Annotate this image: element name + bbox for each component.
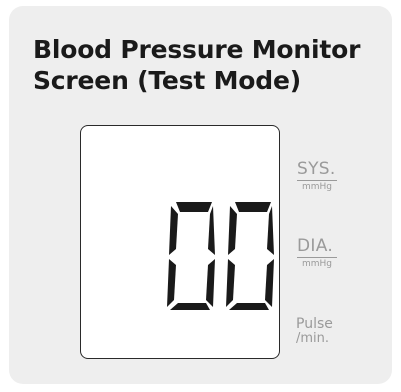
- sys-label-group: SYS. mmHg: [297, 159, 337, 193]
- digit-zero-2: [226, 202, 274, 310]
- segment-reading: 00: [167, 199, 279, 315]
- seven-segment-display: [167, 202, 274, 310]
- dia-label: DIA.: [297, 236, 337, 258]
- title-line-1: Blood Pressure Monitor: [33, 35, 361, 64]
- sys-label: SYS.: [297, 159, 337, 181]
- dia-label-group: DIA. mmHg: [297, 236, 337, 270]
- pulse-label: Pulse: [296, 316, 333, 332]
- digit-zero-1: [167, 202, 215, 310]
- page-title: Blood Pressure Monitor Screen (Test Mode…: [33, 34, 360, 96]
- title-line-2: Screen (Test Mode): [33, 66, 301, 95]
- pulse-label-group: Pulse /min.: [296, 317, 333, 346]
- pulse-unit: /min.: [296, 331, 330, 346]
- dia-unit: mmHg: [301, 259, 332, 269]
- sys-unit: mmHg: [301, 182, 332, 192]
